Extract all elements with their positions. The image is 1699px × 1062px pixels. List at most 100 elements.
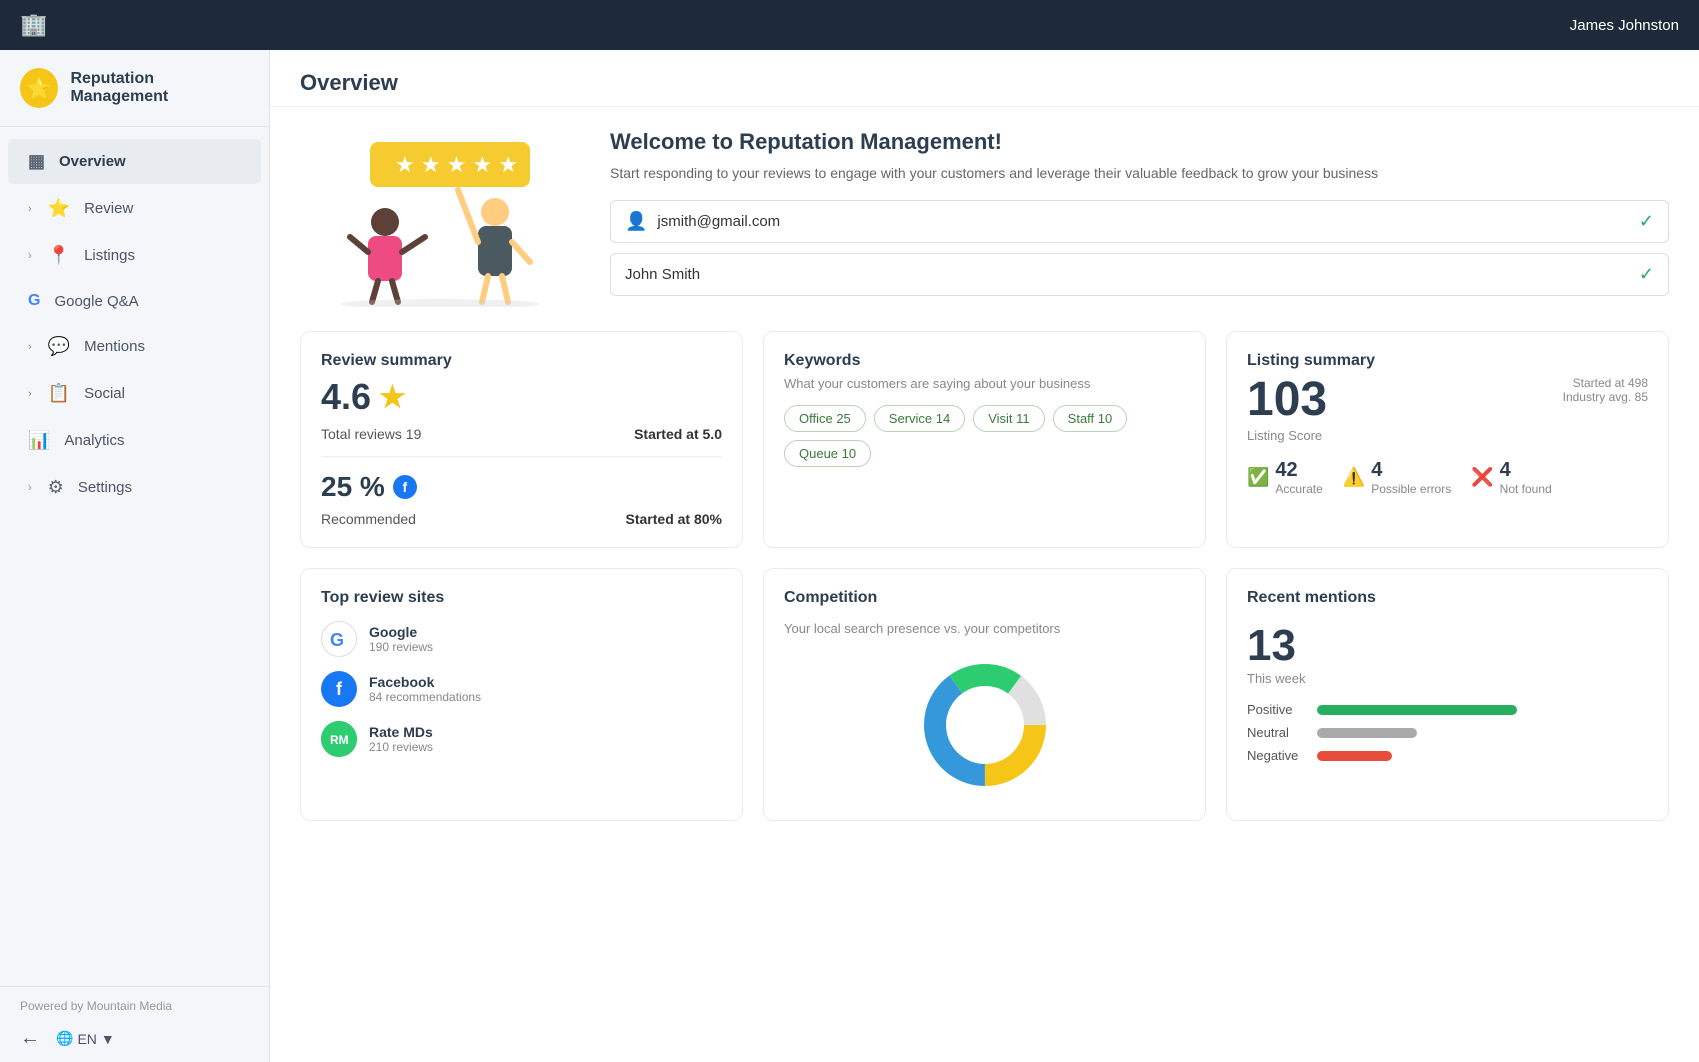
svg-text:RM: RM — [330, 733, 349, 747]
review-summary-title: Review summary — [321, 352, 722, 370]
keyword-tag-office[interactable]: Office 25 — [784, 405, 866, 432]
errors-label: Possible errors — [1371, 482, 1451, 496]
svg-text:★ ★ ★ ★ ★: ★ ★ ★ ★ ★ — [395, 152, 518, 177]
stats-row: Review summary 4.6 ★ Total reviews 19 St… — [300, 331, 1669, 548]
ratemds-site-icon: RM — [321, 721, 357, 757]
recommended-label: Recommended — [321, 511, 416, 527]
email-value: jsmith@gmail.com — [657, 213, 1628, 230]
keyword-tag-visit[interactable]: Visit 11 — [973, 405, 1044, 432]
keyword-tag-staff[interactable]: Staff 10 — [1053, 405, 1128, 432]
sidebar-item-analytics[interactable]: 📊 Analytics — [8, 418, 261, 463]
facebook-icon: f — [393, 475, 417, 499]
listing-score-value: 103 — [1247, 376, 1327, 424]
google-site-info: Google 190 reviews — [369, 624, 433, 654]
neutral-bar-row: Neutral — [1247, 725, 1648, 740]
page-header: Overview — [270, 50, 1699, 107]
keyword-tags: Office 25 Service 14 Visit 11 Staff 10 Q… — [784, 405, 1185, 467]
star-icon: ★ — [379, 380, 406, 415]
facebook-site-name: Facebook — [369, 674, 481, 690]
google-site-icon: G — [321, 621, 357, 657]
accurate-stat: ✅ 42 Accurate — [1247, 459, 1323, 496]
welcome-illustration: ★ ★ ★ ★ ★ — [300, 127, 580, 307]
user-name: James Johnston — [1570, 17, 1679, 34]
settings-icon: ⚙ — [48, 477, 64, 498]
page-title: Overview — [300, 70, 1669, 96]
top-review-sites-card: Top review sites G Google 190 reviews — [300, 568, 743, 821]
keywords-title: Keywords — [784, 352, 1185, 370]
ratemds-svg: RM — [321, 721, 357, 757]
content-area: Overview ★ ★ ★ ★ ★ — [270, 50, 1699, 1062]
competition-card: Competition Your local search presence v… — [763, 568, 1206, 821]
not-found-count: 4 — [1500, 459, 1552, 482]
keyword-tag-queue[interactable]: Queue 10 — [784, 440, 871, 467]
review-site-google[interactable]: G Google 190 reviews — [321, 621, 722, 657]
recommended-row: Recommended Started at 80% — [321, 511, 722, 527]
google-site-count: 190 reviews — [369, 640, 433, 654]
keywords-card: Keywords What your customers are saying … — [763, 331, 1206, 548]
sidebar-item-label: Listings — [84, 247, 135, 264]
sidebar-item-review[interactable]: › ⭐ Review — [8, 186, 261, 231]
facebook-site-count: 84 recommendations — [369, 690, 481, 704]
started-at: Started at 5.0 — [634, 426, 722, 442]
sidebar-item-label: Google Q&A — [54, 293, 138, 310]
facebook-site-info: Facebook 84 recommendations — [369, 674, 481, 704]
negative-bar-row: Negative — [1247, 748, 1648, 763]
sidebar-item-overview[interactable]: ▦ Overview — [8, 139, 261, 184]
total-reviews: Total reviews 19 — [321, 426, 421, 442]
ratemds-site-info: Rate MDs 210 reviews — [369, 724, 433, 754]
chevron-down-icon: ▼ — [101, 1031, 115, 1047]
name-value: John Smith — [625, 266, 1629, 283]
recent-mentions-card: Recent mentions 13 This week Positive Ne… — [1226, 568, 1669, 821]
name-field-display: John Smith ✓ — [610, 253, 1669, 296]
back-button[interactable]: ← — [20, 1027, 40, 1050]
sidebar-item-google-qa[interactable]: G Google Q&A — [8, 280, 261, 322]
accurate-count: 42 — [1275, 459, 1322, 482]
sidebar-item-mentions[interactable]: › 💬 Mentions — [8, 324, 261, 369]
ratemds-site-count: 210 reviews — [369, 740, 433, 754]
sidebar-nav: ▦ Overview › ⭐ Review › 📍 Listings G Goo… — [0, 127, 269, 986]
logo-icon: ⭐ — [20, 68, 58, 108]
sidebar-item-social[interactable]: › 📋 Social — [8, 371, 261, 416]
overview-icon: ▦ — [28, 151, 45, 172]
arrow-icon: › — [28, 250, 32, 262]
listing-stats-side: Started at 498 Industry avg. 85 — [1563, 376, 1648, 404]
sidebar-item-label: Mentions — [84, 338, 145, 355]
review-site-facebook[interactable]: f Facebook 84 recommendations — [321, 671, 722, 707]
errors-count: 4 — [1371, 459, 1451, 482]
neutral-bar — [1317, 728, 1417, 738]
welcome-subtitle: Start responding to your reviews to enga… — [610, 163, 1669, 184]
analytics-icon: 📊 — [28, 430, 50, 451]
listings-icon: 📍 — [48, 245, 70, 266]
keywords-subtitle: What your customers are saying about you… — [784, 376, 1185, 391]
not-found-label: Not found — [1500, 482, 1552, 496]
positive-bar — [1317, 705, 1517, 715]
language-selector[interactable]: 🌐 EN ▼ — [56, 1030, 115, 1047]
mentions-week-label: This week — [1247, 671, 1648, 686]
negative-label: Negative — [1247, 748, 1307, 763]
listing-score-label: Listing Score — [1247, 428, 1327, 443]
possible-errors-stat: ⚠️ 4 Possible errors — [1343, 459, 1451, 496]
top-bar: 🏢 James Johnston — [0, 0, 1699, 50]
sidebar-item-settings[interactable]: › ⚙ Settings — [8, 465, 261, 510]
language-label: EN — [77, 1031, 96, 1047]
email-field-display: 👤 jsmith@gmail.com ✓ — [610, 200, 1669, 243]
mentions-icon: 💬 — [48, 336, 70, 357]
bottom-row: Top review sites G Google 190 reviews — [300, 568, 1669, 821]
accurate-info: 42 Accurate — [1275, 459, 1322, 496]
check-circle-icon: ✅ — [1247, 467, 1269, 488]
listing-summary-card: Listing summary 103 Listing Score Starte… — [1226, 331, 1669, 548]
sidebar-bottom-actions: ← 🌐 EN ▼ — [20, 1027, 249, 1050]
keyword-tag-service[interactable]: Service 14 — [874, 405, 965, 432]
sidebar-item-label: Settings — [78, 479, 132, 496]
sidebar-footer: Powered by Mountain Media ← 🌐 EN ▼ — [0, 986, 269, 1062]
sidebar-item-label: Overview — [59, 153, 126, 170]
competition-subtitle: Your local search presence vs. your comp… — [784, 621, 1185, 636]
recent-mentions-title: Recent mentions — [1247, 589, 1648, 607]
arrow-icon: › — [28, 341, 32, 353]
competition-title: Competition — [784, 589, 1185, 607]
sidebar-item-listings[interactable]: › 📍 Listings — [8, 233, 261, 278]
competition-donut — [910, 650, 1060, 800]
listing-summary-title: Listing summary — [1247, 352, 1648, 370]
content-inner: ★ ★ ★ ★ ★ — [270, 107, 1699, 841]
review-site-ratemds[interactable]: RM Rate MDs 210 reviews — [321, 721, 722, 757]
